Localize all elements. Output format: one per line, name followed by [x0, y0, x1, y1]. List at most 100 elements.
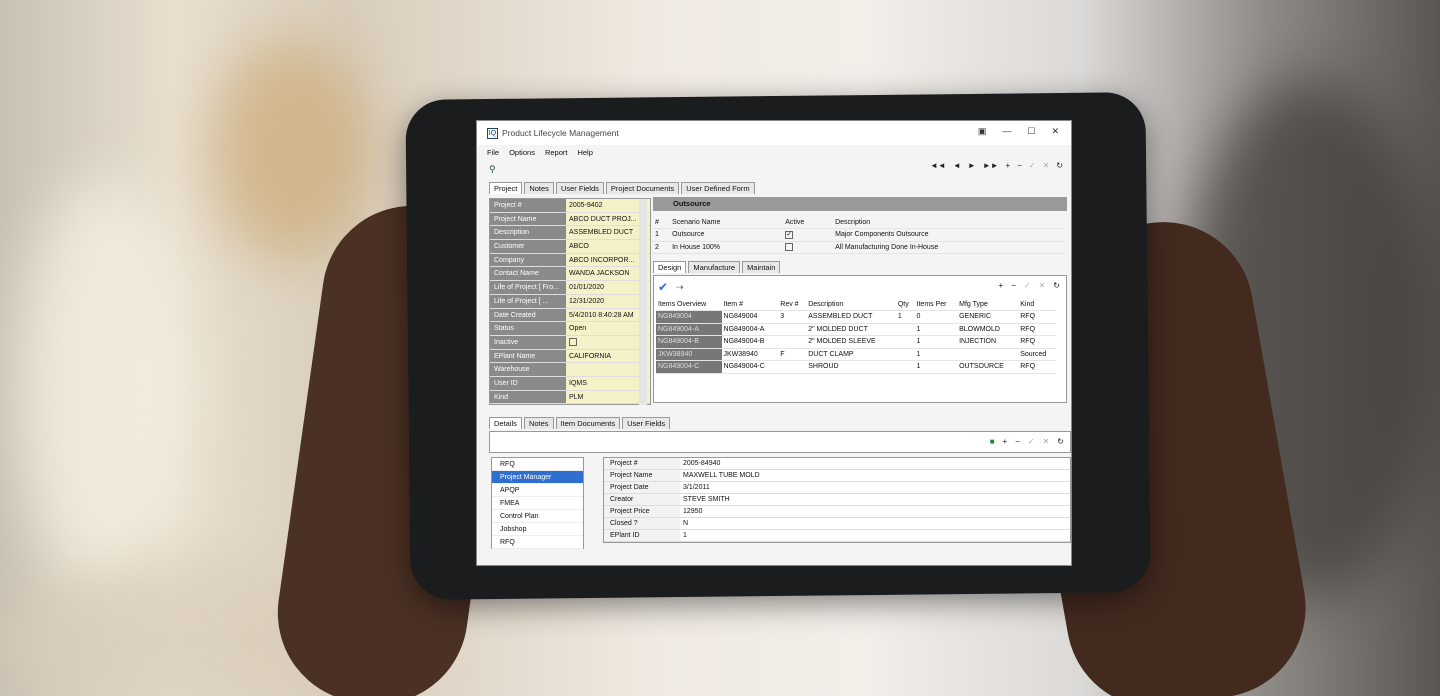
delete-icon[interactable]: −: [1017, 161, 1022, 170]
table-row[interactable]: 2 In House 100% All Manufacturing Done In-…: [653, 241, 1065, 254]
property-value[interactable]: 2005-9402: [566, 199, 650, 212]
cancel-icon[interactable]: ✕: [1043, 161, 1050, 170]
last-record-icon[interactable]: ►►: [983, 161, 999, 170]
property-label: Warehouse: [490, 363, 566, 376]
add-icon[interactable]: +: [1006, 161, 1011, 170]
column-header[interactable]: Kind: [1018, 298, 1056, 311]
close-icon[interactable]: ✕: [1051, 126, 1059, 137]
tab-design[interactable]: Design: [653, 261, 687, 273]
tab-notes-bottom[interactable]: Notes: [523, 417, 554, 429]
property-value[interactable]: ABCO INCORPOR...: [566, 253, 650, 267]
detail-value[interactable]: MAXWELL TUBE MOLD: [680, 470, 1070, 481]
detail-value[interactable]: 2005-84940: [680, 458, 1070, 469]
prev-record-icon[interactable]: ◄: [953, 161, 961, 170]
list-item[interactable]: RFQ: [492, 536, 583, 549]
refresh-icon[interactable]: ↻: [1053, 281, 1060, 290]
property-value[interactable]: 5/4/2010 8:40:28 AM: [566, 308, 650, 322]
delete-icon[interactable]: −: [1015, 437, 1020, 446]
inactive-checkbox[interactable]: [569, 338, 577, 347]
column-header[interactable]: Description: [833, 216, 1065, 229]
detail-value[interactable]: N: [680, 518, 1070, 529]
tab-item-documents[interactable]: Item Documents: [555, 417, 621, 429]
detail-value[interactable]: STEVE SMITH: [680, 494, 1070, 505]
post-icon[interactable]: ✓: [1024, 281, 1031, 290]
property-value[interactable]: ABCO DUCT PROJ...: [566, 212, 650, 226]
active-cell[interactable]: [783, 241, 834, 254]
column-header[interactable]: Qty: [895, 298, 915, 311]
property-label: Project Name: [490, 212, 566, 226]
column-header[interactable]: Items Per: [914, 298, 958, 311]
maximize-icon[interactable]: ☐: [1027, 126, 1035, 137]
property-value[interactable]: Open: [566, 322, 650, 335]
column-header[interactable]: Rev #: [778, 298, 807, 311]
refresh-icon[interactable]: ↻: [1056, 161, 1063, 170]
column-header[interactable]: Mfg Type: [957, 298, 1019, 311]
first-record-icon[interactable]: ◄◄: [930, 161, 946, 170]
menu-help[interactable]: Help: [577, 148, 592, 157]
tab-user-fields[interactable]: User Fields: [555, 182, 604, 194]
expand-icon[interactable]: ⇢: [676, 282, 684, 293]
active-cell[interactable]: ✓: [783, 228, 834, 242]
property-value[interactable]: [566, 363, 650, 376]
cell-item: NG849004-B: [721, 335, 779, 349]
menu-report[interactable]: Report: [545, 148, 568, 157]
property-value[interactable]: [566, 335, 650, 349]
table-row[interactable]: 1 Outsource ✓ Major Components Outsource: [653, 228, 1065, 242]
table-row[interactable]: JKW38940 JKW38940 F DUCT CLAMP 1 Sourced: [656, 348, 1056, 361]
list-item[interactable]: Control Plan: [492, 510, 583, 523]
add-icon[interactable]: +: [1003, 437, 1008, 446]
property-value[interactable]: IQMS: [566, 376, 650, 390]
post-icon[interactable]: ✓: [1028, 437, 1035, 446]
tab-project[interactable]: Project: [489, 182, 523, 194]
tab-maintain[interactable]: Maintain: [742, 261, 781, 273]
menu-file[interactable]: File: [487, 148, 499, 157]
column-header[interactable]: Active: [783, 216, 834, 229]
table-row[interactable]: NG849004-B NG849004-B 2" MOLDED SLEEVE 1 INJ…: [656, 335, 1056, 349]
search-icon[interactable]: ⚲: [489, 164, 496, 175]
cell-kind: RFQ: [1018, 335, 1056, 349]
column-header[interactable]: #: [653, 216, 671, 229]
tab-manufacture[interactable]: Manufacture: [688, 261, 741, 273]
cancel-icon[interactable]: ✕: [1043, 437, 1050, 446]
list-item[interactable]: Jobshop: [492, 523, 583, 536]
restore-icon[interactable]: ▣: [978, 126, 987, 137]
cancel-icon[interactable]: ✕: [1039, 281, 1046, 290]
detail-value[interactable]: 12950: [680, 506, 1070, 517]
detail-value[interactable]: 1: [680, 530, 1070, 541]
table-row[interactable]: NG849004-A NG849004-A 2" MOLDED DUCT 1 BLOWM…: [656, 323, 1056, 336]
checkmark-icon[interactable]: ✔: [658, 280, 668, 294]
property-value[interactable]: PLM: [566, 390, 650, 404]
list-item[interactable]: RFQ: [492, 458, 583, 471]
column-header[interactable]: Scenario Name: [670, 216, 784, 229]
tab-project-documents[interactable]: Project Documents: [605, 182, 680, 194]
properties-scrollbar[interactable]: [639, 199, 647, 405]
tab-details[interactable]: Details: [489, 417, 522, 429]
delete-icon[interactable]: −: [1011, 281, 1016, 290]
table-row[interactable]: NG849004-C NG849004-C SHROUD 1 OUTSOURCE RFQ: [656, 360, 1056, 374]
column-header[interactable]: Items Overview: [656, 298, 722, 311]
tab-user-fields-bottom[interactable]: User Fields: [622, 417, 671, 429]
refresh-icon[interactable]: ↻: [1057, 437, 1064, 446]
add-icon[interactable]: +: [999, 281, 1004, 290]
active-checkbox[interactable]: [785, 243, 794, 252]
tab-user-defined-form[interactable]: User Defined Form: [681, 182, 755, 194]
next-record-icon[interactable]: ►: [968, 161, 976, 170]
detail-value[interactable]: 3/1/2011: [680, 482, 1070, 493]
property-value[interactable]: 01/01/2020: [566, 281, 650, 294]
active-checkbox[interactable]: ✓: [785, 230, 794, 239]
column-header[interactable]: Description: [806, 298, 896, 311]
property-value[interactable]: CALIFORNIA: [566, 349, 650, 363]
post-icon[interactable]: ✓: [1029, 161, 1036, 170]
list-item[interactable]: APQP: [492, 484, 583, 497]
table-row[interactable]: NG849004 NG849004 3 ASSEMBLED DUCT 1 0 GENERIC…: [656, 310, 1056, 324]
property-value[interactable]: 12/31/2020: [566, 294, 650, 308]
tab-notes[interactable]: Notes: [524, 182, 554, 194]
property-value[interactable]: WANDA JACKSON: [566, 267, 650, 281]
property-value[interactable]: ASSEMBLED DUCT: [566, 226, 650, 240]
list-item[interactable]: FMEA: [492, 497, 583, 510]
menu-options[interactable]: Options: [509, 148, 535, 157]
property-value[interactable]: ABCO: [566, 240, 650, 253]
column-header[interactable]: Item #: [721, 298, 779, 311]
list-item[interactable]: Project Manager: [492, 471, 583, 484]
minimize-icon[interactable]: —: [1002, 126, 1011, 137]
